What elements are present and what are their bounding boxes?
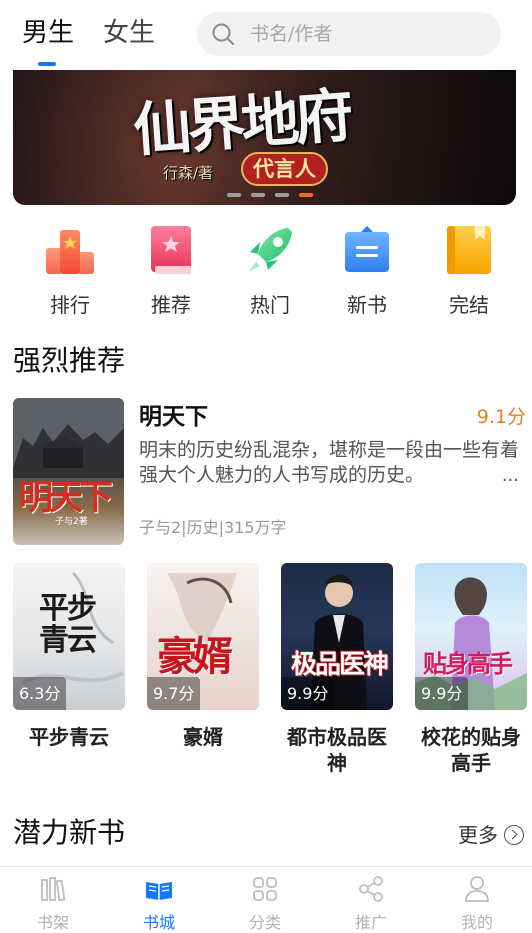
category-ranking[interactable]: 排行 [25, 222, 115, 318]
featured-book-description: 明末的历史纷乱混杂，堪称是一段由一些有着强大个人魅力的人书写成的历史。 [139, 439, 520, 486]
nav-book-city[interactable]: 书城 [106, 870, 212, 933]
category-icon [253, 877, 277, 901]
cover-title: 豪婿 [157, 633, 233, 680]
book-card[interactable]: 贴身高手 9.9分 校花的贴身高手 [415, 563, 527, 776]
search-icon [212, 23, 234, 45]
category-label: 推荐 [151, 293, 191, 317]
book-cover: 平步青云 6.3分 [13, 563, 125, 710]
finished-icon [441, 222, 497, 278]
banner-tag: 代言人 [241, 152, 328, 186]
carousel-dot-active[interactable] [299, 193, 313, 197]
book-cover: 贴身高手 9.9分 [415, 563, 527, 710]
recommend-icon [143, 222, 199, 278]
book-score: 9.7分 [147, 677, 201, 710]
active-tab-indicator [38, 62, 56, 66]
book-city-icon [146, 882, 172, 900]
more-button[interactable]: 更多 [458, 820, 524, 850]
banner-carousel[interactable]: 仙界地府 行森/著 代言人 [13, 70, 516, 205]
category-new[interactable]: 新书 [322, 222, 412, 318]
bookshelf-icon [41, 877, 66, 902]
more-label: 更多 [458, 823, 498, 847]
nav-label: 分类 [248, 913, 281, 932]
search-bar[interactable]: 书名/作者 [197, 12, 501, 56]
featured-book-meta: 子与2|历史|315万字 [139, 518, 287, 537]
category-finished[interactable]: 完结 [424, 222, 514, 318]
chevron-right-icon [504, 824, 524, 845]
search-placeholder: 书名/作者 [250, 23, 333, 45]
tab-male[interactable]: 男生 [22, 16, 74, 50]
featured-cover-author: 子与2著 [55, 517, 88, 527]
nav-label: 书城 [142, 913, 175, 932]
category-label: 热门 [250, 293, 290, 317]
carousel-dot[interactable] [251, 193, 265, 197]
nav-label: 我的 [460, 913, 493, 932]
category-hot[interactable]: 热门 [225, 222, 315, 318]
book-card[interactable]: 平步青云 6.3分 平步青云 [13, 563, 125, 750]
book-card[interactable]: 豪婿 9.7分 豪婿 [147, 563, 259, 750]
ranking-icon [42, 222, 98, 278]
nav-bookshelf[interactable]: 书架 [0, 870, 106, 933]
nav-label: 书架 [36, 913, 69, 932]
nav-label: 推广 [354, 913, 387, 932]
cover-art [13, 398, 124, 478]
tab-female[interactable]: 女生 [103, 16, 155, 50]
user-icon [465, 876, 489, 902]
section-title-recommend: 强烈推荐 [13, 344, 126, 377]
book-score: 9.9分 [281, 677, 335, 710]
book-score: 9.9分 [415, 677, 469, 710]
featured-book-title[interactable]: 明天下 [139, 402, 208, 432]
category-label: 新书 [347, 293, 387, 317]
book-cover: 极品医神 9.9分 [281, 563, 393, 710]
nav-mine[interactable]: 我的 [424, 870, 530, 933]
top-bar: 男生 女生 书名/作者 [0, 0, 532, 70]
carousel-dot[interactable] [227, 193, 241, 197]
book-title: 平步青云 [29, 725, 109, 749]
rocket-icon [242, 222, 298, 278]
new-book-icon [339, 222, 395, 278]
book-cover: 豪婿 9.7分 [147, 563, 259, 710]
banner-author: 行森/著 [163, 164, 214, 182]
featured-cover-title: 明天下 [19, 478, 113, 518]
book-title: 校花的贴身高手 [421, 725, 521, 775]
cover-title: 贴身高手 [423, 649, 513, 678]
nav-category[interactable]: 分类 [212, 870, 318, 933]
featured-book-score: 9.1分 [476, 406, 526, 428]
category-recommend[interactable]: 推荐 [126, 222, 216, 318]
category-label: 完结 [449, 293, 489, 317]
share-icon [359, 876, 383, 902]
book-score: 6.3分 [13, 677, 67, 710]
book-title: 豪婿 [183, 725, 223, 749]
category-label: 排行 [50, 293, 90, 317]
cover-title: 平步青云 [39, 591, 97, 658]
bottom-nav-divider [0, 866, 532, 867]
description-ellipsis: ... [497, 465, 519, 486]
book-title: 都市极品医神 [287, 725, 387, 775]
section-title-new-books: 潜力新书 [13, 816, 126, 849]
carousel-dot[interactable] [275, 193, 289, 197]
cover-title: 极品医神 [291, 650, 389, 680]
featured-book-cover[interactable]: 明天下 子与2著 [13, 398, 124, 545]
book-card[interactable]: 极品医神 9.9分 都市极品医神 [281, 563, 393, 776]
nav-promote[interactable]: 推广 [318, 870, 424, 933]
